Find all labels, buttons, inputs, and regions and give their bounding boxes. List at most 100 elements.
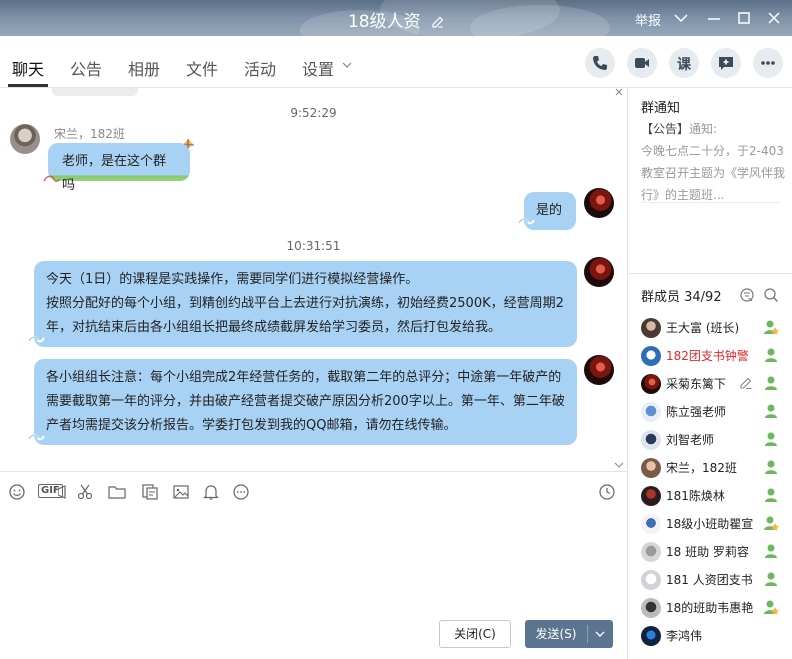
video-camera-icon [635,58,649,68]
avatar [641,486,661,506]
video-call-button[interactable] [627,48,657,78]
emoji-button[interactable] [8,483,26,501]
member-row[interactable]: 181陈焕林 [628,482,792,510]
avatar [641,514,661,534]
maximize-icon [738,12,750,24]
admin-icon [764,600,779,615]
divider [628,273,792,274]
avatar [641,458,661,478]
sticker-button[interactable] [141,483,159,501]
bubble-decoration-icon [518,218,535,225]
member-name: 18的班助韦惠艳 [666,601,754,615]
sticker-icon [142,484,158,500]
avatar[interactable] [584,355,614,385]
active-tab-indicator [8,84,48,87]
close-window-button[interactable] [764,8,784,28]
avatar[interactable] [584,188,614,218]
member-row[interactable]: 陈立强老师 [628,398,792,426]
avatar [641,430,661,450]
bell-icon [203,485,219,500]
more-options-button[interactable] [753,48,783,78]
message-input-area[interactable]: GIF 关闭(C) 发送(S) [0,471,627,659]
minimize-button[interactable] [704,8,724,28]
member-name: 181 人资团支书 [666,573,753,587]
tab-chat[interactable]: 聊天 [12,56,44,80]
member-row[interactable]: 18 班助 罗莉容 [628,538,792,566]
avatar [641,626,661,646]
remind-button[interactable] [202,483,220,501]
bubble-decoration-icon [28,336,45,343]
tab-album[interactable]: 相册 [128,56,160,80]
message-bubble[interactable]: 老师，是在这个群吗 [48,143,190,193]
dropdown-button[interactable] [671,8,691,28]
avatar [641,598,661,618]
member-row[interactable]: 宋兰，182班 [628,454,792,482]
member-row[interactable]: 18级小班助瞿宣 [628,510,792,538]
divider [641,202,781,203]
chat-history[interactable]: 9:52:29 宋兰，182班 老师，是在这个群吗 是的 10:31:51 今天… [0,88,627,471]
close-icon[interactable] [614,88,624,96]
member-icon [765,460,777,474]
edit-icon[interactable] [739,376,753,390]
member-count-title: 群成员 34/92 [641,290,722,305]
member-name: 宋兰，182班 [666,461,737,475]
member-row[interactable]: 18的班助韦惠艳 [628,594,792,622]
edit-title-icon[interactable] [432,16,444,28]
folder-icon [108,486,126,499]
member-row[interactable]: 刘智老师 [628,426,792,454]
tab-files[interactable]: 文件 [186,56,218,80]
bubble-decoration-icon [43,175,60,182]
member-row[interactable]: 采菊东篱下 [628,370,792,398]
member-row[interactable]: 182团支书钟警 [628,342,792,370]
chevron-down-icon[interactable] [342,60,352,70]
tab-bar: 聊天 公告 相册 文件 活动 设置 课 [0,36,792,88]
send-button[interactable]: 发送(S) [525,620,613,648]
smiley-icon [9,484,25,500]
avatar[interactable] [10,124,40,154]
member-icon [765,488,777,502]
member-name: 陈立强老师 [666,405,727,419]
chevron-down-icon[interactable] [594,630,606,638]
member-icon [765,572,777,586]
send-file-button[interactable] [108,483,126,501]
member-icon [765,432,777,446]
title-bar: 18级人资 举报 [0,0,792,36]
notice-title: 群通知 [641,101,681,116]
video-camera-icon [58,485,66,499]
image-icon [173,485,189,499]
tab-settings[interactable]: 设置 [302,56,334,80]
search-icon[interactable] [763,287,779,303]
notice-content[interactable]: 【公告】通知: 今晚七点二十分，于2-403教室召开主题为《学风伴我行》的主题班… [641,118,787,206]
member-filter-icon[interactable] [739,287,755,303]
more-tools-button[interactable] [232,483,250,501]
more-icon [761,61,775,65]
message-history-button[interactable] [598,483,616,501]
phone-icon [593,56,607,70]
member-row[interactable]: 181 人资团支书 [628,566,792,594]
member-row[interactable]: 王大富 (班长) [628,314,792,342]
clock-icon [599,484,615,500]
minimize-icon [708,18,720,20]
screenshot-button[interactable] [76,483,94,501]
tab-announcement[interactable]: 公告 [70,56,102,80]
avatar [641,346,661,366]
voice-call-button[interactable] [585,48,615,78]
member-row[interactable]: 李鸿伟 [628,622,792,650]
message-bubble[interactable]: 各小组组长注意：每个小组完成2年经营任务的，截取第二年的总评分；中途第一年破产的… [34,359,577,445]
member-name: 181陈焕林 [666,489,725,503]
avatar[interactable] [584,257,614,287]
maximize-button[interactable] [734,8,754,28]
close-button[interactable]: 关闭(C) [439,620,511,648]
sender-name: 宋兰，182班 [54,127,125,141]
add-app-button[interactable] [711,48,741,78]
course-button[interactable]: 课 [669,48,699,78]
chevron-down-icon[interactable] [614,461,624,469]
course-label: 课 [677,57,691,73]
admin-icon [764,516,779,531]
owner-icon [764,320,779,335]
report-link[interactable]: 举报 [635,10,661,29]
message-bubble[interactable]: 今天（1日）的课程是实践操作，需要同学们进行模拟经营操作。 按照分配好的每个小组… [34,261,577,347]
send-image-button[interactable] [172,483,190,501]
member-name: 李鸿伟 [666,629,703,643]
tab-activity[interactable]: 活动 [244,56,276,80]
